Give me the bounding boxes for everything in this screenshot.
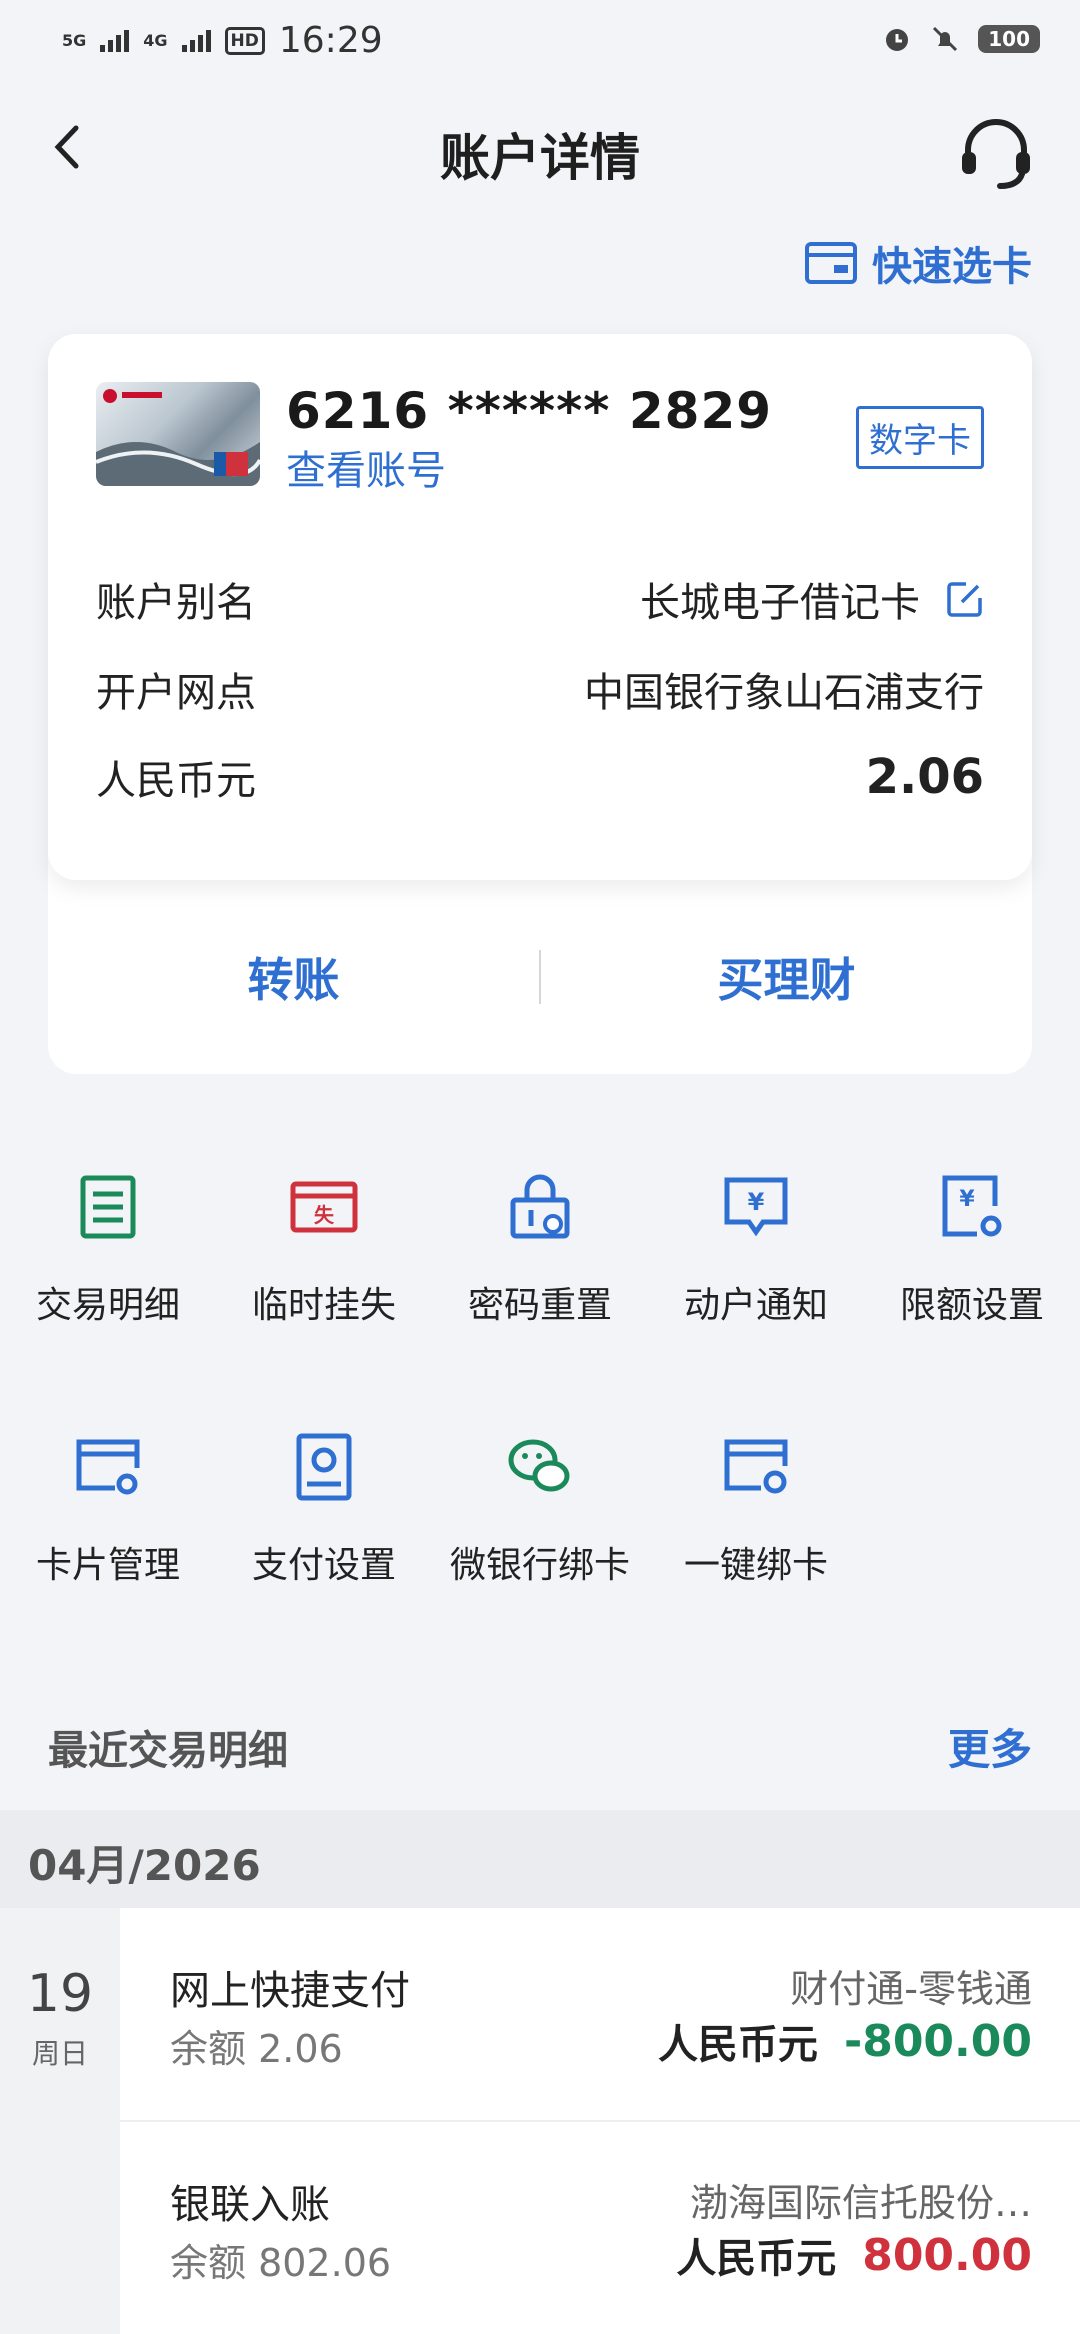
transaction-amount: 800.00 — [862, 2229, 1032, 2281]
transaction-name: 网上快捷支付 — [170, 1968, 410, 2014]
recent-transactions-title: 最近交易明细 — [48, 1728, 288, 1774]
branch-label: 开户网点 — [96, 670, 256, 716]
grid-label: 一键绑卡 — [683, 1545, 828, 1586]
alarm-icon — [886, 29, 909, 51]
limit-icon: ¥ — [942, 1175, 1002, 1237]
battery-indicator: 100 — [978, 25, 1040, 53]
transaction-balance: 余额 2.06 — [170, 2027, 343, 2071]
header: 账户详情 — [0, 84, 1080, 214]
grid-label: 临时挂失 — [251, 1285, 396, 1326]
transaction-list: 19 周日 网上快捷支付 余额 2.06 财付通-零钱通 人民币元 -800.0… — [0, 1908, 1080, 2334]
status-time: 16:29 — [278, 20, 383, 61]
service-grid-row-2: 卡片管理 支付设置 微银行绑卡 一键绑卡 — [0, 1432, 1080, 1588]
svg-text:失: 失 — [314, 1203, 335, 1227]
transaction-counterparty: 财付通-零钱通 — [790, 1967, 1032, 2011]
branch-row: 开户网点 中国银行象山石浦支行 — [96, 660, 984, 718]
grid-item-payment-settings[interactable]: 支付设置 — [216, 1432, 432, 1588]
grid-item-one-click-bind[interactable]: 一键绑卡 — [648, 1432, 864, 1588]
buy-wealth-button[interactable]: 买理财 — [541, 944, 1032, 1010]
day-number: 19 — [26, 1964, 94, 2024]
grid-item-transaction-details[interactable]: 交易明细 — [0, 1172, 216, 1328]
weekday: 周日 — [31, 2037, 88, 2070]
status-bar: 5G 4G HD 16:29 100 — [0, 0, 1080, 84]
service-grid-row-1: 交易明细 失 临时挂失 密码重置 ¥ 动户通知 ¥ 限额设置 — [0, 1172, 1080, 1328]
account-card: 6216 ****** 2829 查看账号 数字卡 账户别名 长城电子借记卡 开… — [48, 334, 1032, 1074]
grid-item-card-management[interactable]: 卡片管理 — [0, 1432, 216, 1588]
balance-row: 人民币元 2.06 — [96, 748, 984, 806]
branch-value: 中国银行象山石浦支行 — [584, 670, 984, 716]
svg-text:¥: ¥ — [748, 1188, 765, 1216]
sim2-label: 4G — [143, 30, 168, 50]
signal-bars-icon — [181, 29, 211, 52]
transaction-balance: 余额 802.06 — [170, 2241, 392, 2285]
grid-item-report-lost[interactable]: 失 临时挂失 — [216, 1172, 432, 1328]
month-header: 04月/2026 — [0, 1810, 1080, 1908]
transaction-amount-row: 人民币元 800.00 — [676, 2226, 1032, 2284]
grid-item-password-reset[interactable]: 密码重置 — [432, 1172, 648, 1328]
transaction-currency: 人民币元 — [676, 2236, 837, 2282]
grid-label: 交易明细 — [35, 1285, 180, 1326]
grid-label: 支付设置 — [251, 1545, 396, 1586]
date-column: 19 周日 — [0, 1908, 120, 2334]
list-icon — [80, 1175, 136, 1239]
sim1-label: 5G — [62, 30, 87, 50]
grid-item-wechat-bind[interactable]: 微银行绑卡 — [432, 1432, 648, 1588]
edit-icon[interactable] — [946, 580, 984, 618]
card-actions: 转账 买理财 — [48, 880, 1032, 1074]
lock-reset-icon — [510, 1174, 570, 1239]
alias-value: 长城电子借记卡 — [640, 580, 920, 626]
grid-label: 微银行绑卡 — [449, 1545, 630, 1586]
bank-card-image — [96, 382, 260, 486]
pay-settings-icon — [296, 1433, 352, 1501]
more-link[interactable]: 更多 — [948, 1716, 1032, 1777]
transaction-amount: -800.00 — [843, 2015, 1032, 2067]
notify-icon: ¥ — [724, 1177, 788, 1237]
signal-5g: 5G — [62, 30, 87, 50]
month-label: 04月/2026 — [28, 1841, 261, 1890]
transaction-currency: 人民币元 — [657, 2022, 818, 2068]
lost-icon: 失 — [290, 1181, 358, 1233]
transaction-row[interactable]: 银联入账 余额 802.06 渤海国际信托股份… 人民币元 800.00 — [120, 2122, 1080, 2334]
grid-label: 密码重置 — [467, 1285, 612, 1326]
card-icon — [805, 242, 857, 284]
alias-label: 账户别名 — [96, 580, 256, 626]
signal-4g: 4G — [143, 30, 168, 50]
grid-label: 卡片管理 — [35, 1545, 180, 1586]
grid-item-limit-settings[interactable]: ¥ 限额设置 — [864, 1172, 1080, 1328]
svg-text:¥: ¥ — [959, 1187, 975, 1212]
balance-value: 2.06 — [865, 749, 984, 805]
account-info: 6216 ****** 2829 查看账号 数字卡 账户别名 长城电子借记卡 开… — [48, 334, 1032, 880]
bind-card-icon — [724, 1439, 788, 1494]
card-number: 6216 ****** 2829 — [286, 382, 773, 440]
transaction-row[interactable]: 网上快捷支付 余额 2.06 财付通-零钱通 人民币元 -800.00 — [120, 1908, 1080, 2120]
quick-select-label: 快速选卡 — [872, 244, 1032, 290]
mute-icon — [933, 26, 958, 52]
transaction-name: 银联入账 — [170, 2182, 330, 2228]
grid-label: 动户通知 — [683, 1285, 828, 1326]
customer-service-icon[interactable] — [956, 114, 1036, 194]
transaction-amount-row: 人民币元 -800.00 — [658, 2012, 1032, 2070]
currency-label: 人民币元 — [96, 758, 256, 804]
hd-badge: HD — [224, 26, 265, 55]
card-gear-icon — [76, 1439, 140, 1495]
alias-row: 账户别名 长城电子借记卡 — [96, 570, 984, 628]
transaction-counterparty: 渤海国际信托股份… — [689, 2181, 1032, 2225]
grid-item-account-notify[interactable]: ¥ 动户通知 — [648, 1172, 864, 1328]
page-title: 账户详情 — [440, 129, 640, 187]
wechat-icon — [508, 1439, 570, 1492]
grid-label: 限额设置 — [899, 1285, 1044, 1326]
transfer-button[interactable]: 转账 — [48, 944, 539, 1010]
signal-bars-icon — [100, 29, 130, 52]
view-account-link[interactable]: 查看账号 — [286, 438, 446, 496]
digital-card-badge: 数字卡 — [856, 406, 984, 469]
quick-select-card-button[interactable]: 快速选卡 — [804, 234, 1032, 292]
